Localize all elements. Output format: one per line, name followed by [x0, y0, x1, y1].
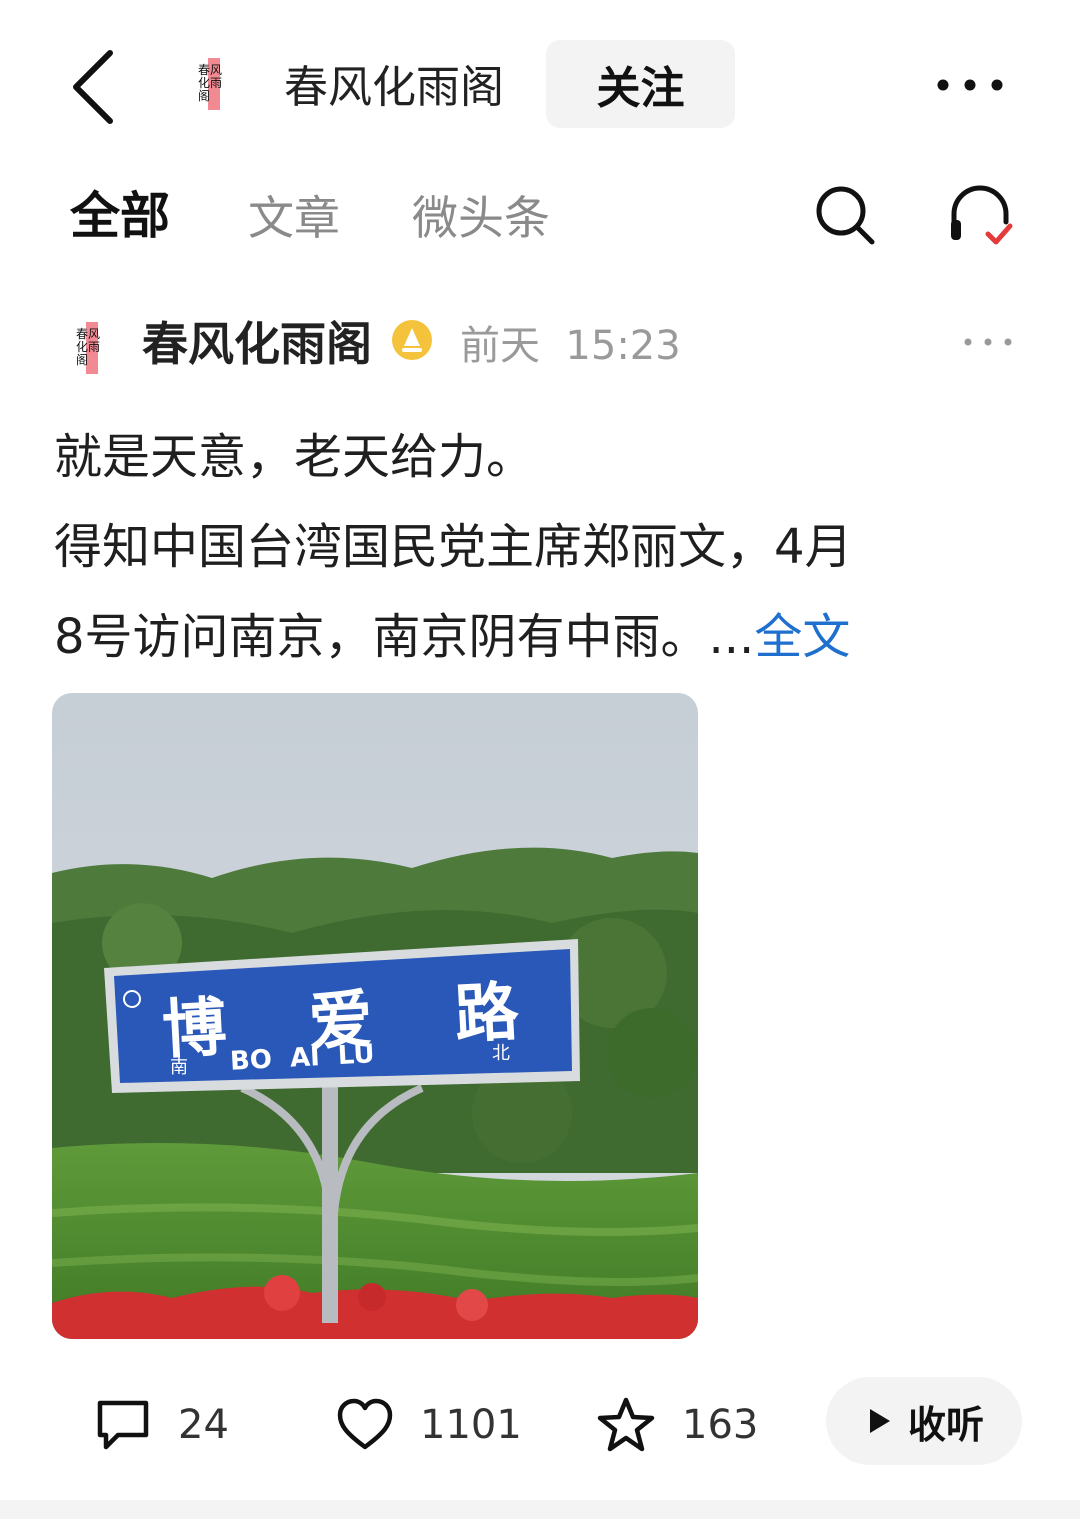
more-options-button[interactable] [930, 60, 1010, 110]
back-button[interactable] [60, 45, 130, 125]
search-icon [816, 186, 875, 245]
comment-count: 24 [178, 1402, 229, 1448]
post-body[interactable]: 就是天意，老天给力。 得知中国台湾国民党主席郑丽文，4月 8号访问南京，南京阴有… [54, 412, 1014, 682]
avatar-calligraphy: 春风化雨阁 [76, 327, 101, 367]
chevron-left-icon [73, 50, 113, 124]
heart-icon [337, 1398, 393, 1450]
author-name[interactable]: 春风化雨阁 [142, 314, 372, 374]
post-image[interactable]: 博 爱 路 BO AI LU 南 北 [52, 693, 698, 1339]
comment-icon [97, 1400, 149, 1450]
post-line-last: 8号访问南京，南京阴有中雨。...全文 [54, 592, 1014, 682]
verified-icon [402, 328, 422, 352]
favorite-count: 163 [682, 1402, 759, 1448]
comment-button[interactable]: 24 [94, 1390, 229, 1460]
like-count: 1101 [420, 1402, 522, 1448]
tab-articles[interactable]: 文章 [248, 188, 340, 248]
fulltext-link[interactable]: 全文 [754, 609, 850, 665]
bottom-divider [0, 1500, 1080, 1519]
search-button[interactable] [812, 182, 878, 248]
like-button[interactable]: 1101 [336, 1390, 522, 1460]
verified-badge [392, 320, 432, 360]
favorite-button[interactable]: 163 [596, 1390, 758, 1460]
post-line: 就是天意，老天给力。 [54, 429, 535, 485]
listen-label: 收听 [907, 1402, 984, 1447]
post-line: 得知中国台湾国民党主席郑丽文，4月 [54, 519, 853, 575]
logo-calligraphy: 春风化雨阁 [198, 63, 223, 103]
post-more-button[interactable] [960, 330, 1016, 354]
post-line: 8号访问南京，南京阴有中雨。... [54, 609, 755, 665]
more-icon [937, 79, 1003, 91]
audio-listen-button[interactable] [944, 182, 1018, 248]
more-icon [964, 338, 1012, 346]
header-title: 春风化雨阁 [284, 62, 504, 113]
headphones-icon [951, 185, 1013, 245]
tab-all[interactable]: 全部 [70, 186, 170, 246]
sign-north-text: 北 [492, 1043, 510, 1064]
star-icon [597, 1397, 655, 1452]
follow-button[interactable]: 关注 [546, 40, 735, 128]
post-time: 前天 15:23 [460, 323, 681, 369]
author-avatar[interactable]: 春风化雨阁 [74, 320, 108, 376]
sign-south-text: 南 [170, 1057, 188, 1078]
tab-micro-posts[interactable]: 微头条 [412, 188, 550, 248]
account-logo[interactable]: 春风化雨阁 [196, 56, 230, 112]
play-icon [869, 1409, 890, 1433]
listen-button[interactable]: 收听 [826, 1377, 1022, 1465]
